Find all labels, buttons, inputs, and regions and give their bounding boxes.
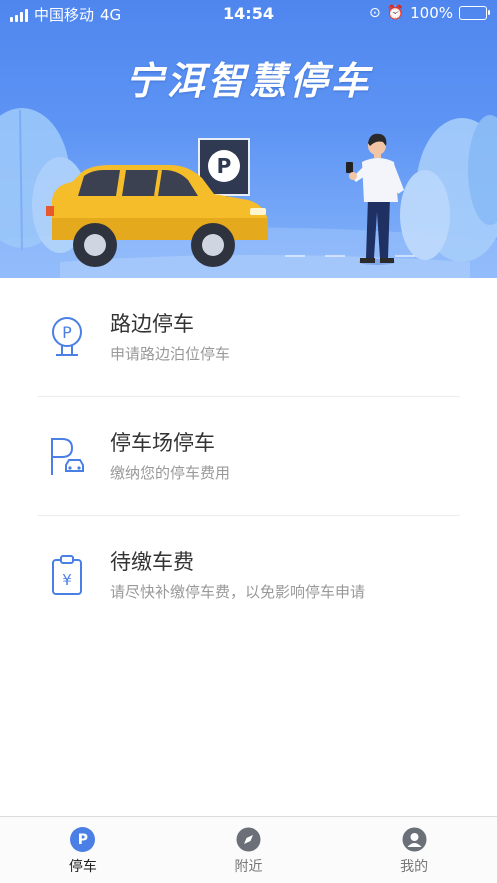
status-bar: 中国移动 4G 14:54 ⊙ ⏰ 100% [0, 0, 497, 28]
menu-item-pending-fee[interactable]: ¥ 待缴车费 请尽快补缴停车费，以免影响停车申请 [38, 516, 460, 635]
menu-title: 待缴车费 [110, 550, 194, 574]
tree-right [400, 115, 497, 262]
tab-label: 我的 [400, 859, 429, 875]
pending-fee-icon: ¥ [52, 555, 82, 595]
tab-bar: P 停车 附近 我的 [0, 816, 497, 883]
menu-desc: 缴纳您的停车费用 [110, 464, 231, 482]
orientation-lock-icon: ⊙ [368, 5, 381, 21]
tab-parking[interactable]: P 停车 [0, 817, 166, 883]
tab-nearby[interactable]: 附近 [166, 817, 332, 883]
compass-icon [236, 827, 261, 852]
menu-desc: 申请路边泊位停车 [110, 345, 231, 363]
service-menu: P 路边停车 申请路边泊位停车 停车场停车 缴纳您的停车费用 ¥ 待缴车费 请尽… [38, 278, 460, 635]
svg-text:P: P [62, 323, 72, 342]
alarm-icon: ⏰ [386, 5, 405, 21]
svg-text:¥: ¥ [62, 571, 72, 589]
menu-item-parking-lot[interactable]: 停车场停车 缴纳您的停车费用 [38, 397, 460, 516]
status-right: ⊙ ⏰ 100% [368, 4, 490, 22]
hero-illustration: P [0, 108, 497, 278]
menu-title: 路边停车 [110, 312, 194, 336]
menu-desc: 请尽快补缴停车费，以免影响停车申请 [110, 583, 366, 601]
roadside-parking-icon: P [52, 317, 82, 356]
tab-label: 停车 [68, 859, 97, 875]
menu-title: 停车场停车 [110, 431, 215, 455]
parking-tab-glyph: P [77, 831, 88, 848]
tab-label: 附近 [234, 859, 263, 875]
parking-lot-icon [51, 438, 84, 475]
app-title: 宁洱智慧停车 [125, 59, 372, 103]
user-icon [402, 827, 427, 852]
battery-percent: 100% [410, 4, 453, 22]
svg-text:P: P [217, 154, 232, 178]
parking-tab-icon: P [70, 827, 96, 852]
battery-icon [459, 6, 490, 20]
tab-profile[interactable]: 我的 [331, 817, 497, 883]
menu-item-roadside-parking[interactable]: P 路边停车 申请路边泊位停车 [38, 278, 460, 397]
hero-banner: P 中国移动 4G 14:54 ⊙ ⏰ 100% 宁洱智慧停车 [0, 0, 497, 278]
